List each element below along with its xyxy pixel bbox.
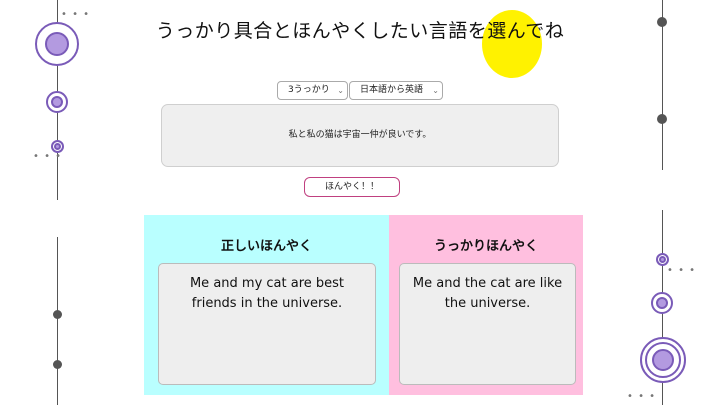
decor-ring-small-core-left (54, 143, 61, 150)
decor-line-left-bottom (57, 237, 58, 405)
decor-ring-core-right (652, 349, 674, 371)
chevron-down-icon: ⌄ (337, 86, 344, 95)
careless-translation-panel: うっかりほんやく Me and the cat are like the uni… (389, 215, 583, 395)
source-text-input[interactable]: 私と私の猫は宇宙一仲が良いです。 (161, 104, 559, 167)
decor-dot-left-1 (53, 310, 62, 319)
decor-dots-right-1: • • • (667, 265, 697, 276)
correct-translation-panel: 正しいほんやく Me and my cat are best friends i… (144, 215, 389, 395)
language-pair-value: 日本語から英語 (360, 85, 424, 95)
correct-translation-heading: 正しいほんやく (220, 239, 312, 254)
page-title: うっかり具合とほんやくしたい言語を選んでね (155, 20, 565, 42)
decor-ring-medium-core-right (656, 297, 668, 309)
careless-translation-heading: うっかりほんやく (433, 239, 538, 254)
decor-ring-medium-core-left (51, 96, 63, 108)
decor-dots-right-2: • • • (627, 391, 657, 402)
decor-dot-right-2 (657, 114, 667, 124)
translate-button[interactable]: ほんやく！！ (304, 177, 400, 197)
chevron-down-icon: ⌄ (432, 86, 439, 95)
decor-dot-left-2 (53, 360, 62, 369)
correct-translation-output: Me and my cat are best friends in the un… (158, 263, 376, 385)
language-pair-select[interactable]: 日本語から英語 ⌄ (349, 81, 443, 100)
decor-dots-mid-left: • • • (33, 151, 63, 162)
mistake-level-value: 3うっかり (288, 85, 330, 95)
mistake-level-select[interactable]: 3うっかり ⌄ (277, 81, 348, 100)
decor-ring-small-core-right (659, 256, 666, 263)
careless-translation-output: Me and the cat are like the universe. (399, 263, 576, 385)
